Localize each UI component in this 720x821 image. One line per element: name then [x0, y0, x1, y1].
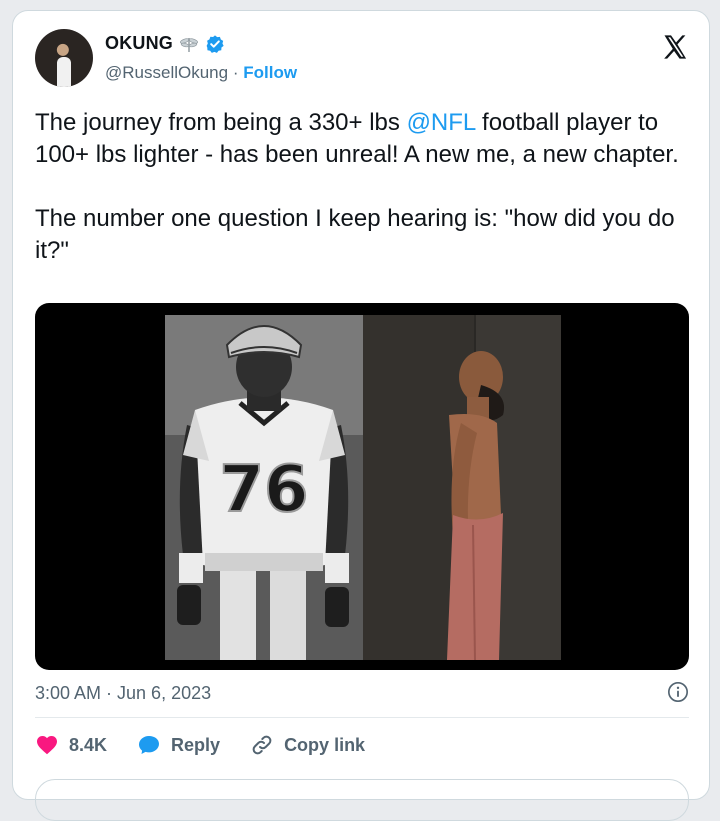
copy-link-label: Copy link — [284, 734, 366, 755]
football-player-photo: 76 — [165, 315, 363, 660]
separator-dot: · — [232, 63, 239, 82]
reply-button[interactable]: Reply — [137, 733, 220, 757]
avatar[interactable] — [35, 29, 93, 87]
current-physique-photo — [363, 315, 561, 660]
divider — [35, 717, 689, 718]
heart-icon — [37, 736, 57, 755]
reply-label: Reply — [171, 734, 221, 755]
verified-badge-icon — [205, 34, 225, 54]
tweet-text-part1: The journey from being a 330+ lbs — [35, 109, 407, 136]
copy-link-button[interactable]: Copy link — [250, 733, 365, 757]
like-button[interactable]: 8.4K — [35, 733, 107, 757]
tweet-timestamp[interactable]: 3:00 AM · Jun 6, 2023 — [35, 683, 211, 704]
nfl-mention-link[interactable]: @NFL — [407, 109, 476, 136]
follow-link[interactable]: Follow — [243, 63, 297, 82]
author-handle[interactable]: @RussellOkung — [105, 63, 228, 82]
dragonfly-icon — [179, 34, 199, 54]
author-display-name[interactable]: OKUNG — [105, 33, 173, 54]
read-replies-button[interactable] — [35, 779, 689, 821]
author-name-row: OKUNG — [105, 33, 225, 54]
x-logo-icon[interactable] — [661, 33, 689, 61]
link-icon — [252, 735, 272, 755]
author-handle-row: @RussellOkung · Follow — [105, 63, 297, 83]
like-count: 8.4K — [69, 734, 108, 755]
avatar-figure — [57, 57, 71, 87]
tweet-actions-bar: 8.4K Reply Copy link — [35, 733, 365, 757]
tweet-text: The journey from being a 330+ lbs @NFL f… — [35, 107, 695, 267]
tweet-media-image[interactable]: 76 — [35, 303, 689, 670]
jersey-number: 76 — [219, 453, 308, 527]
info-icon[interactable] — [667, 681, 689, 703]
reply-bubble-icon — [139, 736, 160, 754]
embedded-tweet-card: OKUNG @RussellOkung · Follow The journey… — [12, 10, 710, 821]
